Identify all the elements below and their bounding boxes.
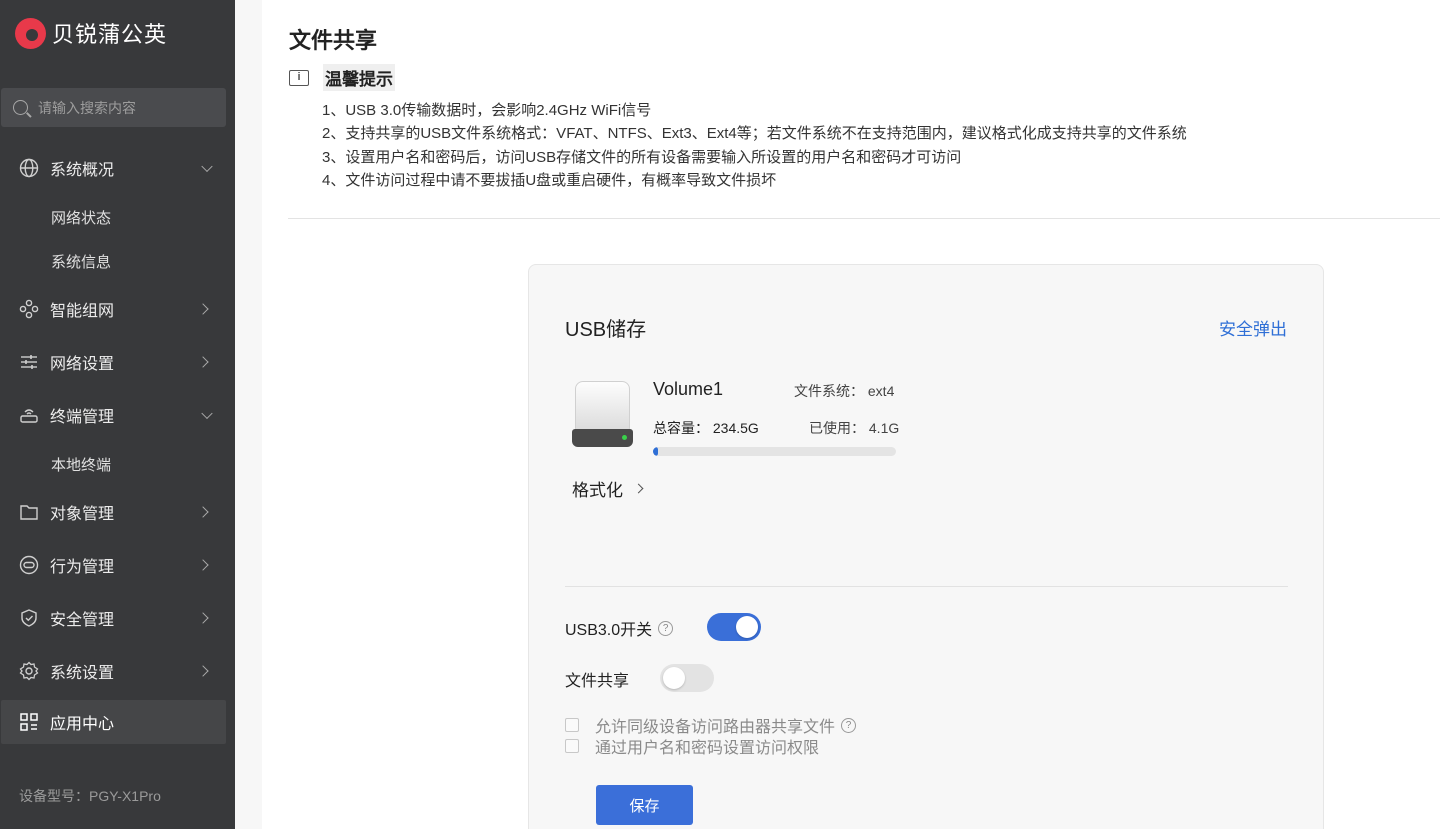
total-capacity: 总容量： 234.5G [653,420,759,436]
page-title: 文件共享 [289,28,378,53]
volume-name: Volume1 [653,379,724,399]
sidebar-item-app-center[interactable]: 应用中心 [1,700,226,744]
format-button[interactable]: 格式化 [572,476,644,501]
tip-header: i 温馨提示 [289,64,395,91]
main-content: 文件共享 i 温馨提示 1、USB 3.0传输数据时，会影响2.4GHz WiF… [262,0,1440,829]
hard-drive-icon [572,381,633,451]
behavior-icon [19,555,39,575]
sidebar-item-security[interactable]: 安全管理 [0,596,235,640]
chevron-down-icon [201,407,213,420]
sidebar-item-label: 应用中心 [50,716,115,733]
logo-mark-icon [15,17,46,49]
sidebar-subitem-local-terminal[interactable]: 本地终端 [51,454,111,475]
toggle-knob [736,616,758,638]
filesystem-info: 文件系统： ext4 [794,383,895,399]
safe-eject-link[interactable]: 安全弹出 [1219,315,1287,340]
folder-icon [19,502,39,522]
tip-item: 2、支持共享的USB文件系统格式：VFAT、NTFS、Ext3、Ext4等；若文… [322,125,1187,143]
card-title: USB储存 [565,319,647,341]
search-icon [13,100,28,115]
tip-item: 1、USB 3.0传输数据时，会影响2.4GHz WiFi信号 [322,102,652,119]
sidebar-subitem-system-info[interactable]: 系统信息 [51,251,111,272]
info-icon: i [289,69,309,86]
chevron-right-icon [633,483,644,494]
chevron-right-icon [197,356,209,368]
tip-item: 3、设置用户名和密码后，访问USB存储文件的所有设备需要输入所设置的用户名和密码… [322,148,962,166]
save-button[interactable]: 保存 [596,785,693,825]
globe-icon [19,158,39,178]
divider [288,218,1440,219]
search-input[interactable] [38,99,208,116]
tip-title: 温馨提示 [323,64,395,91]
format-label: 格式化 [572,481,623,500]
auth-access-row: 通过用户名和密码设置访问权限 [565,734,819,758]
sidebar-item-label: 系统设置 [50,665,115,682]
apps-icon [19,712,39,732]
sidebar-item-system-settings[interactable]: 系统设置 [0,649,235,693]
chevron-right-icon [197,506,209,518]
search-box [1,88,226,127]
logo[interactable]: 贝锐蒲公英 [15,17,167,49]
used-capacity: 已使用： 4.1G [809,420,900,436]
help-icon[interactable]: ? [658,620,674,636]
tip-list: 1、USB 3.0传输数据时，会影响2.4GHz WiFi信号 2、支持共享的U… [322,99,1187,192]
sidebar-item-label: 行为管理 [50,559,115,576]
chevron-right-icon [197,665,209,677]
usb-storage-card: USB储存 安全弹出 Volume1 文件系统： ext4 总容量： 234.5… [528,264,1324,829]
usb3-label: USB3.0开关 [565,622,653,639]
auth-access-checkbox[interactable] [565,739,579,753]
sidebar-item-label: 网络设置 [50,356,115,373]
network-icon [19,299,39,319]
sidebar-item-behavior[interactable]: 行为管理 [0,543,235,587]
device-model: 设备型号：PGY-X1Pro [19,788,161,804]
sidebar-item-smart-network[interactable]: 智能组网 [0,287,235,331]
chevron-right-icon [197,303,209,315]
sidebar-item-label: 对象管理 [50,506,115,523]
sidebar-item-overview[interactable]: 系统概况 [0,146,235,190]
sliders-icon [19,352,39,372]
chevron-down-icon [201,160,213,173]
sidebar-subitem-network-status[interactable]: 网络状态 [51,207,111,228]
file-share-label: 文件共享 [565,673,630,690]
allow-peer-access-checkbox[interactable] [565,718,579,732]
usage-bar-fill [653,447,658,456]
usb3-row: USB3.0开关 ? [565,616,674,640]
chevron-right-icon [197,559,209,571]
tip-item: 4、文件访问过程中请不要拔插U盘或重启硬件，有概率导致文件损坏 [322,171,777,189]
sidebar-item-label: 系统概况 [50,162,115,179]
sidebar-item-network-settings[interactable]: 网络设置 [0,340,235,384]
toggle-knob [663,667,685,689]
sidebar-item-label: 智能组网 [50,303,115,320]
auth-access-label: 通过用户名和密码设置访问权限 [595,740,820,757]
sidebar-item-terminal[interactable]: 终端管理 [0,393,235,437]
sidebar: 贝锐蒲公英 系统概况 网络状态 系统信息 智能组网 网络设置 终端管理 本地终端 [0,0,235,829]
chevron-right-icon [197,612,209,624]
router-icon [19,405,39,425]
sidebar-item-objects[interactable]: 对象管理 [0,490,235,534]
brand-name: 贝锐蒲公英 [52,22,168,47]
gear-icon [19,661,39,681]
file-share-toggle[interactable] [660,664,714,692]
sidebar-item-label: 终端管理 [50,409,115,426]
divider [565,586,1288,587]
file-share-row: 文件共享 [565,667,629,691]
help-icon[interactable]: ? [841,717,857,733]
usb3-toggle[interactable] [707,613,761,641]
usage-bar [653,447,896,456]
shield-icon [19,608,39,628]
sidebar-item-label: 安全管理 [50,612,115,629]
